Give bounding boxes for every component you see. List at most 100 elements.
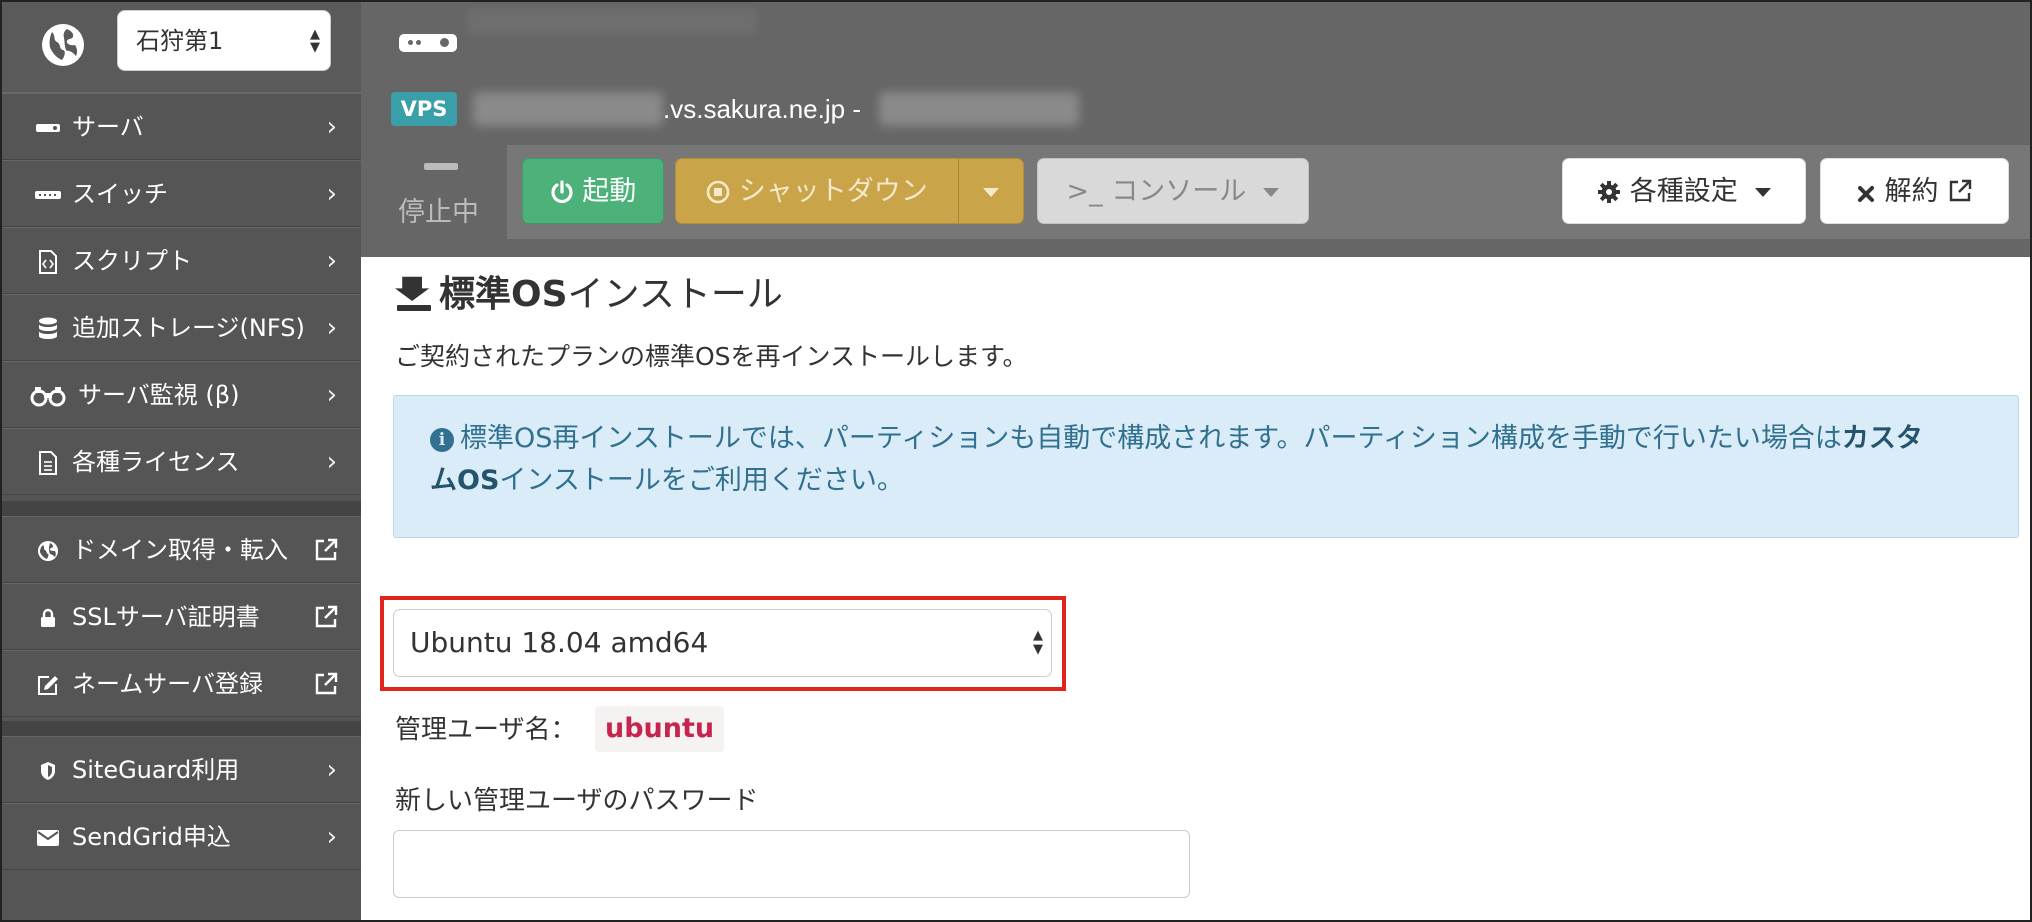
- info-alert: i 標準OS再インストールでは、パーティションも自動で構成されます。パーティション…: [393, 395, 2019, 538]
- script-file-icon: [34, 228, 62, 295]
- os-select-value: Ubuntu 18.04 amd64: [410, 626, 709, 659]
- server-hostname: .vs.sakura.ne.jp -: [663, 94, 861, 124]
- info-text-suffix: をご利用ください。: [660, 465, 904, 496]
- password-input[interactable]: [393, 830, 1190, 898]
- cancel-contract-button[interactable]: 解約: [1820, 158, 2009, 224]
- switch-icon: [34, 161, 62, 228]
- page-title: 標準OSインストール: [395, 265, 783, 325]
- status-label: 停止中: [398, 197, 479, 228]
- globe-icon: [42, 24, 84, 66]
- external-link-icon: [315, 672, 338, 695]
- sidebar-item-domain[interactable]: ドメイン取得・転入: [2, 516, 361, 583]
- close-icon: [1857, 186, 1874, 202]
- info-text: 標準OS再インストールでは、パーティションも自動で構成されます。パーティション構…: [460, 423, 1842, 454]
- sidebar-item-ssl[interactable]: SSLサーバ証明書: [2, 583, 361, 650]
- caret-down-icon: [1754, 188, 1771, 197]
- sidebar-item-label: SiteGuard利用: [72, 756, 240, 784]
- status-indicator-icon: [424, 163, 458, 170]
- sidebar-item-label: 各種ライセンス: [72, 448, 240, 476]
- sidebar-divider: [2, 501, 361, 516]
- server-icon: [34, 94, 62, 161]
- external-link-icon: [315, 605, 338, 628]
- start-button[interactable]: 起動: [522, 158, 664, 224]
- sidebar-item-nameserver[interactable]: ネームサーバ登録: [2, 650, 361, 717]
- external-link-icon: [1949, 179, 1972, 202]
- sidebar-item-label: サーバ監視 (β): [78, 381, 240, 409]
- custom-os-install-link-part3[interactable]: OS: [457, 465, 499, 496]
- install-icon: [395, 276, 431, 311]
- admin-user-value: ubuntu: [595, 706, 725, 752]
- select-arrows-icon: ▲ ▼: [1033, 628, 1043, 657]
- sidebar-item-label: ネームサーバ登録: [72, 670, 264, 698]
- sidebar-top: 石狩第1 ▲ ▼: [2, 2, 361, 93]
- globe-icon: [34, 517, 62, 584]
- sidebar: 石狩第1 ▲ ▼ サーバ › スイッチ › スクリプト › 追加ストレージ(NF…: [2, 2, 361, 920]
- console-button[interactable]: >_ コンソール: [1037, 158, 1309, 224]
- external-link-icon: [315, 538, 338, 561]
- power-icon: [551, 180, 573, 204]
- region-select-value: 石狩第1: [136, 27, 224, 55]
- sidebar-item-label: SSLサーバ証明書: [72, 603, 260, 631]
- custom-os-install-link-part4[interactable]: インストール: [499, 465, 660, 496]
- custom-os-install-link-part1[interactable]: カスタ: [1842, 423, 1923, 454]
- shield-icon: [34, 737, 62, 804]
- start-button-label: 起動: [582, 176, 637, 207]
- sidebar-item-switch[interactable]: スイッチ ›: [2, 160, 361, 227]
- region-select[interactable]: 石狩第1 ▲ ▼: [117, 10, 331, 71]
- chevron-right-icon: ›: [326, 246, 337, 276]
- settings-button-label: 各種設定: [1629, 176, 1738, 207]
- os-select[interactable]: Ubuntu 18.04 amd64 ▲ ▼: [393, 609, 1052, 677]
- shutdown-button-label: シャットダウン: [738, 176, 928, 207]
- page-title-bold: 標準OS: [439, 274, 568, 315]
- app-window: 石狩第1 ▲ ▼ サーバ › スイッチ › スクリプト › 追加ストレージ(NF…: [0, 0, 2032, 922]
- stop-circle-icon: [706, 180, 730, 204]
- sidebar-item-script[interactable]: スクリプト ›: [2, 227, 361, 294]
- redacted-hostname: [473, 92, 663, 126]
- custom-os-install-link-part2[interactable]: ム: [430, 465, 457, 496]
- envelope-icon: [34, 804, 62, 871]
- sidebar-item-label: SendGrid申込: [72, 823, 231, 851]
- server-header: VPS .vs.sakura.ne.jp - 停止中 起動 シャットダウン >_…: [361, 2, 2030, 257]
- chevron-right-icon: ›: [326, 822, 337, 852]
- nav-group-main: サーバ › スイッチ › スクリプト › 追加ストレージ(NFS) › サーバ監…: [2, 93, 361, 495]
- redacted-ip-address: [879, 92, 1079, 126]
- sidebar-divider: [2, 721, 361, 736]
- main-content: 標準OSインストール ご契約されたプランの標準OSを再インストールします。 i標…: [361, 257, 2030, 920]
- binoculars-icon: [30, 362, 66, 429]
- sidebar-item-nfs-storage[interactable]: 追加ストレージ(NFS) ›: [2, 294, 361, 361]
- gear-icon: [1598, 181, 1621, 203]
- nav-group-addons: SiteGuard利用 › SendGrid申込 ›: [2, 736, 361, 870]
- admin-user-label: 管理ユーザ名：: [395, 715, 577, 745]
- sidebar-item-label: スクリプト: [72, 247, 192, 275]
- sidebar-item-server[interactable]: サーバ ›: [2, 93, 361, 160]
- sidebar-item-label: 追加ストレージ(NFS): [72, 314, 305, 342]
- sidebar-item-server-monitoring[interactable]: サーバ監視 (β) ›: [2, 361, 361, 428]
- sidebar-item-licenses[interactable]: 各種ライセンス ›: [2, 428, 361, 495]
- caret-down-icon: [1263, 188, 1280, 197]
- chevron-right-icon: ›: [326, 447, 337, 477]
- page-description: ご契約されたプランの標準OSを再インストールします。: [395, 342, 1028, 371]
- chevron-right-icon: ›: [326, 755, 337, 785]
- document-icon: [34, 429, 62, 496]
- chevron-right-icon: ›: [326, 112, 337, 142]
- console-button-label: >_ コンソール: [1066, 176, 1247, 207]
- cancel-contract-button-label: 解約: [1884, 176, 1939, 207]
- server-icon: [399, 34, 457, 52]
- sidebar-item-label: スイッチ: [72, 180, 168, 208]
- info-icon: i: [430, 428, 454, 452]
- sidebar-item-siteguard[interactable]: SiteGuard利用 ›: [2, 736, 361, 803]
- shutdown-button[interactable]: シャットダウン: [675, 158, 959, 224]
- edit-icon: [34, 651, 62, 718]
- sidebar-item-label: サーバ: [72, 113, 144, 141]
- redacted-server-name: [467, 8, 757, 34]
- vps-badge: VPS: [391, 92, 457, 126]
- shutdown-options-dropdown[interactable]: [958, 158, 1024, 224]
- database-icon: [34, 295, 62, 362]
- chevron-right-icon: ›: [326, 179, 337, 209]
- lock-icon: [34, 584, 62, 651]
- caret-down-icon: [983, 188, 999, 197]
- sidebar-item-sendgrid[interactable]: SendGrid申込 ›: [2, 803, 361, 870]
- settings-button[interactable]: 各種設定: [1562, 158, 1806, 224]
- chevron-right-icon: ›: [326, 380, 337, 410]
- page-title-rest: インストール: [567, 274, 783, 315]
